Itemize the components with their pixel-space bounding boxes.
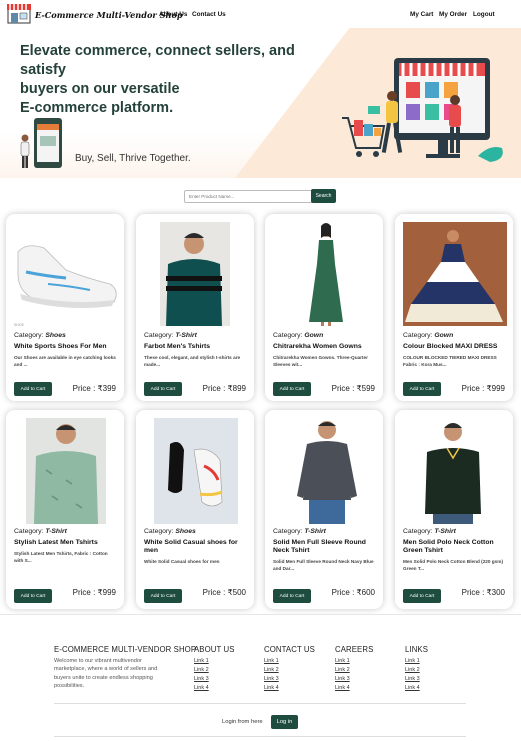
product-card[interactable]: Category: T-Shirt Farbot Men's Tshirts T… [136, 214, 254, 401]
footer-contact-link[interactable]: Link 3 [264, 676, 279, 682]
footer-links-link[interactable]: Link 4 [405, 685, 420, 691]
product-price: Price : ₹300 [461, 588, 505, 597]
product-image-full-sleeve-tshirt[interactable] [265, 410, 383, 527]
nav-about-link[interactable]: About Us [159, 11, 187, 18]
hero-tagline: Buy, Sell, Thrive Together. [75, 153, 191, 164]
product-image-white-casual-shoes[interactable] [136, 410, 254, 527]
product-name: White Sports Shoes For Men [14, 343, 107, 350]
add-to-cart-button[interactable]: Add to Cart [144, 382, 182, 396]
footer-about-link[interactable]: Link 3 [194, 676, 209, 682]
product-description: Men Solid Polo Neck Cotton Blend (220 gs… [403, 559, 504, 571]
product-name: White Solid Casual shoes for men [144, 539, 238, 554]
product-image-farbot-tshirt[interactable] [136, 214, 254, 331]
footer-shop-title: E-COMMERCE MULTI-VENDOR SHOP [54, 645, 197, 654]
hero-headline: Elevate commerce, connect sellers, and s… [20, 43, 295, 116]
product-description: COLOUR BLOCKED TIERED MAXI DRESS Fabric … [403, 355, 497, 367]
nav-cart-link[interactable]: My Cart [410, 11, 433, 18]
add-to-cart-button[interactable]: Add to Cart [14, 382, 52, 396]
footer-contact-link[interactable]: Link 1 [264, 658, 279, 664]
nav-orders-link[interactable]: My Order [439, 11, 467, 18]
product-price: Price : ₹600 [331, 588, 375, 597]
footer-contact-link[interactable]: Link 2 [264, 667, 279, 673]
product-category: Category: Gown [273, 332, 324, 339]
product-name: Stylish Latest Men Tshirts [14, 539, 98, 546]
product-category: Category: T-Shirt [403, 528, 456, 535]
footer-careers-title: CAREERS [335, 645, 374, 654]
footer-shop-description: Welcome to our vibrant multivendor marke… [54, 658, 158, 690]
product-category: Category: Shoes [14, 332, 66, 339]
product-price: Price : ₹999 [72, 588, 116, 597]
footer-contact-link[interactable]: Link 4 [264, 685, 279, 691]
product-card[interactable]: Category: Shoes White Solid Casual shoes… [136, 410, 254, 609]
product-description: White Solid Casual shoes for men [144, 559, 220, 564]
product-category: Category: Shoes [144, 528, 196, 535]
product-card[interactable]: SHOE Category: Shoes White Sports Shoes … [6, 214, 124, 401]
product-price: Price : ₹399 [72, 384, 116, 393]
footer: E-COMMERCE MULTI-VENDOR SHOP Welcome to … [0, 614, 521, 741]
footer-about-link[interactable]: Link 4 [194, 685, 209, 691]
product-category: Category: T-Shirt [144, 332, 197, 339]
product-name: Solid Men Full Sleeve Round Neck Tshirt [273, 539, 366, 554]
footer-careers-link[interactable]: Link 1 [335, 658, 350, 664]
mobile-shop-illustration [20, 118, 62, 168]
footer-about-link[interactable]: Link 1 [194, 658, 209, 664]
product-image-white-sports-shoes[interactable]: SHOE [6, 214, 124, 331]
product-price: Price : ₹599 [331, 384, 375, 393]
add-to-cart-button[interactable]: Add to Cart [403, 382, 441, 396]
product-card[interactable]: Category: T-Shirt Men Solid Polo Neck Co… [395, 410, 513, 609]
footer-links-link[interactable]: Link 2 [405, 667, 420, 673]
add-to-cart-button[interactable]: Add to Cart [273, 589, 311, 603]
footer-divider [54, 736, 466, 737]
product-image-chitrarekha-gown[interactable] [265, 214, 383, 331]
product-price: Price : ₹899 [202, 384, 246, 393]
footer-careers-link[interactable]: Link 4 [335, 685, 350, 691]
footer-links-link[interactable]: Link 1 [405, 658, 420, 664]
product-card[interactable]: Category: T-Shirt Stylish Latest Men Tsh… [6, 410, 124, 609]
product-image-polo-green-tshirt[interactable] [395, 410, 513, 527]
navbar: E-Commerce Multi-Vendor Shop About Us Co… [0, 0, 521, 28]
product-name: Men Solid Polo Neck Cotton Green Tshirt [403, 539, 494, 554]
footer-contact-title: CONTACT US [264, 645, 315, 654]
svg-text:SHOE: SHOE [14, 323, 25, 327]
add-to-cart-button[interactable]: Add to Cart [144, 589, 182, 603]
product-description: Chitrarekha Women Gowns. Three-Quarter S… [273, 355, 368, 367]
product-description: Solid Men Full Sleeve Round Neck Navy Bl… [273, 559, 374, 571]
footer-divider [54, 703, 466, 704]
login-button[interactable]: Log in [271, 715, 298, 729]
product-description: Our Shoes are available in eye catching … [14, 355, 116, 367]
product-name: Chitrarekha Women Gowns [273, 343, 362, 350]
footer-careers-link[interactable]: Link 2 [335, 667, 350, 673]
hero-banner: Elevate commerce, connect sellers, and s… [0, 28, 521, 178]
product-category: Category: Gown [403, 332, 454, 339]
product-image-colour-blocked-maxi-dress[interactable] [395, 214, 513, 331]
product-price: Price : ₹500 [202, 588, 246, 597]
footer-links-title: LINKS [405, 645, 429, 654]
product-description: These cool, elegant, and stylish t-shirt… [144, 355, 241, 367]
search-button[interactable]: Search [311, 189, 336, 203]
product-description: Stylish Latest Men Tshirts, Fabric : Cot… [14, 551, 108, 563]
add-to-cart-button[interactable]: Add to Cart [14, 589, 52, 603]
product-card[interactable]: Category: Gown Chitrarekha Women Gowns C… [265, 214, 383, 401]
footer-about-link[interactable]: Link 2 [194, 667, 209, 673]
product-card[interactable]: Category: Gown Colour Blocked MAXI DRESS… [395, 214, 513, 401]
shopping-illustration [342, 58, 503, 162]
product-price: Price : ₹999 [461, 384, 505, 393]
product-card[interactable]: Category: T-Shirt Solid Men Full Sleeve … [265, 410, 383, 609]
nav-logout-link[interactable]: Logout [473, 11, 495, 18]
nav-contact-link[interactable]: Contact Us [192, 11, 226, 18]
footer-links-link[interactable]: Link 3 [405, 676, 420, 682]
add-to-cart-button[interactable]: Add to Cart [403, 589, 441, 603]
product-category: Category: T-Shirt [273, 528, 326, 535]
product-category: Category: T-Shirt [14, 528, 67, 535]
shop-logo-icon[interactable] [7, 3, 31, 24]
footer-careers-link[interactable]: Link 3 [335, 676, 350, 682]
footer-about-title: ABOUT US [194, 645, 235, 654]
product-image-stylish-men-tshirt[interactable] [6, 410, 124, 527]
product-name: Farbot Men's Tshirts [144, 343, 211, 350]
footer-login-text: Login from here [222, 719, 263, 725]
product-name: Colour Blocked MAXI DRESS [403, 343, 498, 350]
add-to-cart-button[interactable]: Add to Cart [273, 382, 311, 396]
search-input[interactable] [184, 190, 313, 203]
